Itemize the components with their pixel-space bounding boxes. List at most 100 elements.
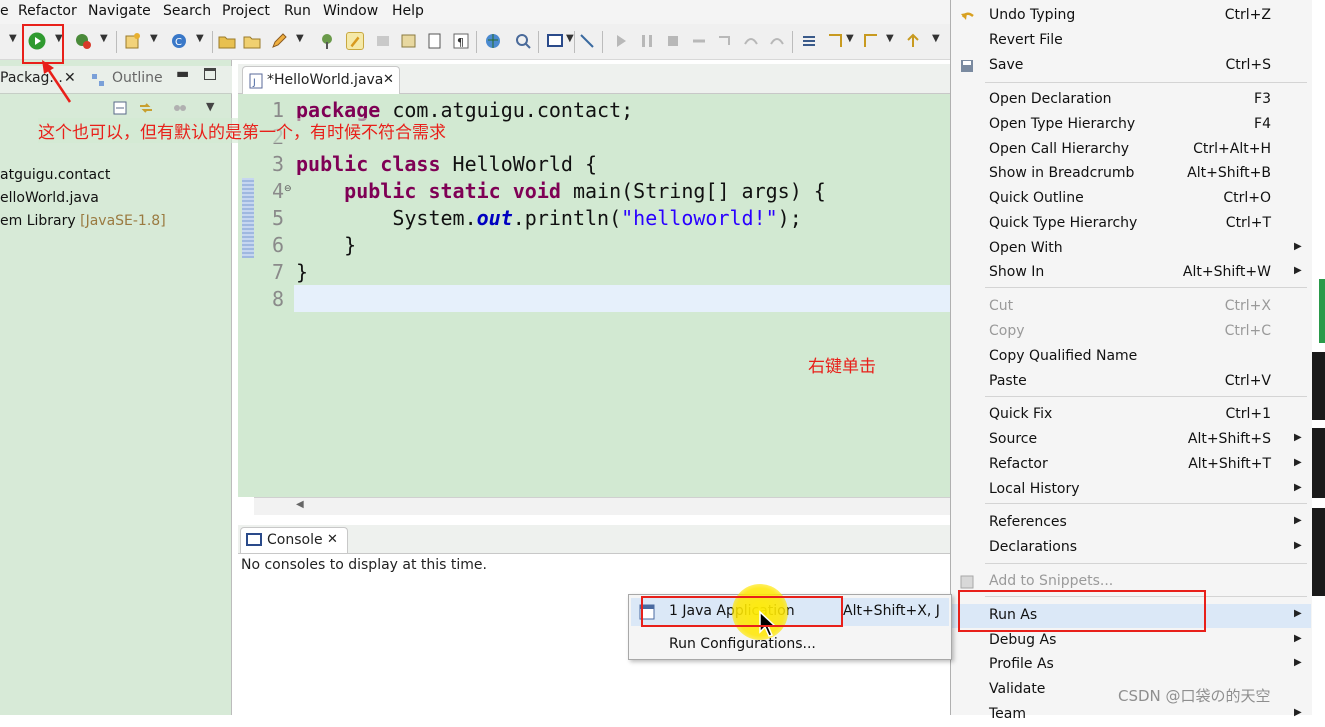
search-icon[interactable] [514,32,532,50]
back-dropdown-icon[interactable]: ▼ [932,33,940,44]
new-icon[interactable] [124,32,142,50]
link-editor-icon[interactable] [138,100,154,116]
console-message: No consoles to display at this time. [241,557,487,573]
marker-icon[interactable] [318,32,336,50]
run-as-highlight [958,590,1206,632]
context-menu-item-paste[interactable]: Paste Ctrl+V [951,370,1311,394]
debug-dropdown-icon[interactable]: ▼ [100,33,108,44]
tree-package[interactable]: atguigu.contact [0,167,110,183]
console-dropdown-icon[interactable]: ▼ [566,33,574,44]
prev-annotation-icon[interactable] [862,32,880,50]
pencil-dropdown-icon[interactable]: ▼ [296,33,304,44]
context-menu-item-refactor[interactable]: Refactor Alt+Shift+T ▶ [951,453,1311,477]
toggle-icon[interactable] [374,32,392,50]
menu-item-run-configurations[interactable]: Run Configurations... [631,631,949,659]
context-menu-item-revert-file[interactable]: Revert File [951,29,1311,53]
context-menu-item-open-call-hierarchy[interactable]: Open Call Hierarchy Ctrl+Alt+H [951,138,1311,162]
menu-item-label: Copy [989,323,1025,339]
tree-java-file[interactable]: elloWorld.java [0,190,99,206]
menu-item-shortcut: Ctrl+X [1224,298,1271,314]
open-folder-icon[interactable] [218,32,236,50]
terminate-icon[interactable] [664,32,682,50]
prev-dropdown-icon[interactable]: ▼ [886,33,894,44]
quick-diff-bar [242,178,254,258]
step-over-icon[interactable] [742,32,760,50]
menu-edit[interactable]: e [0,3,9,19]
run-button-highlight [22,24,64,64]
context-menu-item-open-type-hierarchy[interactable]: Open Type Hierarchy F4 [951,113,1311,137]
context-menu-item-quick-type-hierarchy[interactable]: Quick Type Hierarchy Ctrl+T [951,212,1311,236]
context-menu-item-open-declaration[interactable]: Open Declaration F3 [951,88,1311,112]
context-menu-item-undo-typing[interactable]: Undo Typing Ctrl+Z [951,4,1311,28]
line-number: 7 [271,260,284,284]
console-view-icon[interactable] [546,32,564,50]
new-dropdown-icon[interactable]: ▼ [150,33,158,44]
context-menu-item-source[interactable]: Source Alt+Shift+S ▶ [951,428,1311,452]
menu-refactor[interactable]: Refactor [18,3,77,19]
debug-icon[interactable] [74,32,92,50]
menu-navigate[interactable]: Navigate [88,3,151,19]
pilcrow-icon[interactable]: ¶ [452,32,470,50]
tab-console[interactable]: Console ✕ [240,527,348,553]
maximize-icon[interactable] [204,68,216,80]
close-icon[interactable]: ✕ [327,532,338,547]
close-icon[interactable]: ✕ [383,72,394,87]
disconnect-icon[interactable] [690,32,708,50]
toolbar-separator [116,31,117,53]
new-class-icon[interactable]: C [170,32,188,50]
context-menu-item-quick-outline[interactable]: Quick Outline Ctrl+O [951,187,1311,211]
resume-icon[interactable] [612,32,630,50]
minimize-icon[interactable]: ▬ [176,66,189,82]
context-menu-item-show-in[interactable]: Show In Alt+Shift+W ▶ [951,261,1311,285]
context-menu-item-declarations[interactable]: Declarations ▶ [951,536,1311,560]
list-icon[interactable] [800,32,818,50]
chevron-down-icon[interactable]: ▼ [206,100,214,113]
fold-icon[interactable]: ⊖ [284,184,292,194]
menu-search[interactable]: Search [163,3,211,19]
menu-item-label: Declarations [989,539,1078,555]
submenu-arrow-icon: ▶ [1294,241,1302,252]
context-menu-item-debug-as[interactable]: Debug As ▶ [951,629,1311,653]
context-menu-item-open-with[interactable]: Open With ▶ [951,237,1311,261]
class-dropdown-icon[interactable]: ▼ [196,33,204,44]
submenu-arrow-icon: ▶ [1294,657,1302,668]
context-menu-item-copy-qualified-name[interactable]: Copy Qualified Name [951,345,1311,369]
line-number: 8 [271,287,284,311]
menu-item-shortcut: Ctrl+S [1225,57,1271,73]
suspend-icon[interactable] [638,32,656,50]
tree-jre-library[interactable]: em Library [JavaSE-1.8] [0,213,166,229]
view-menu-icon[interactable] [172,100,188,116]
back-icon[interactable] [904,32,922,50]
annotation-icon[interactable] [400,32,418,50]
block-icon[interactable] [426,32,444,50]
step-return-icon[interactable] [768,32,786,50]
context-menu-item-local-history[interactable]: Local History ▶ [951,478,1311,502]
menu-item-shortcut: Alt+Shift+S [1187,431,1271,447]
menu-window[interactable]: Window [323,3,378,19]
menu-project[interactable]: Project [222,3,270,19]
collapse-all-icon[interactable] [112,100,128,116]
next-annotation-icon[interactable] [826,32,844,50]
step-into-icon[interactable] [716,32,734,50]
menu-run[interactable]: Run [284,3,311,19]
menu-item-label: Debug As [989,632,1057,648]
globe-icon[interactable] [484,32,502,50]
pencil-icon[interactable] [270,32,288,50]
context-menu-item-quick-fix[interactable]: Quick Fix Ctrl+1 [951,403,1311,427]
context-menu-item-references[interactable]: References ▶ [951,511,1311,535]
next-dropdown-icon[interactable]: ▼ [846,33,854,44]
tab-helloworld[interactable]: J *HelloWorld.java ✕ [242,66,400,94]
highlight-icon[interactable] [346,32,364,50]
editor-horizontal-scrollbar[interactable]: ◀ [254,497,952,515]
tab-outline[interactable]: Outline [112,70,163,86]
context-menu-item-profile-as[interactable]: Profile As ▶ [951,653,1311,677]
chevron-down-icon[interactable]: ▼ [9,33,17,44]
context-menu-item-save[interactable]: Save Ctrl+S [951,54,1311,78]
context-menu-item-team[interactable]: Team ▶ [951,703,1311,727]
open-file-icon[interactable] [243,32,261,50]
svg-text:C: C [175,37,182,48]
menu-help[interactable]: Help [392,3,424,19]
skip-icon[interactable] [578,32,596,50]
scroll-left-icon[interactable]: ◀ [296,499,304,510]
context-menu-item-show-in-breadcrumb[interactable]: Show in Breadcrumb Alt+Shift+B [951,162,1311,186]
